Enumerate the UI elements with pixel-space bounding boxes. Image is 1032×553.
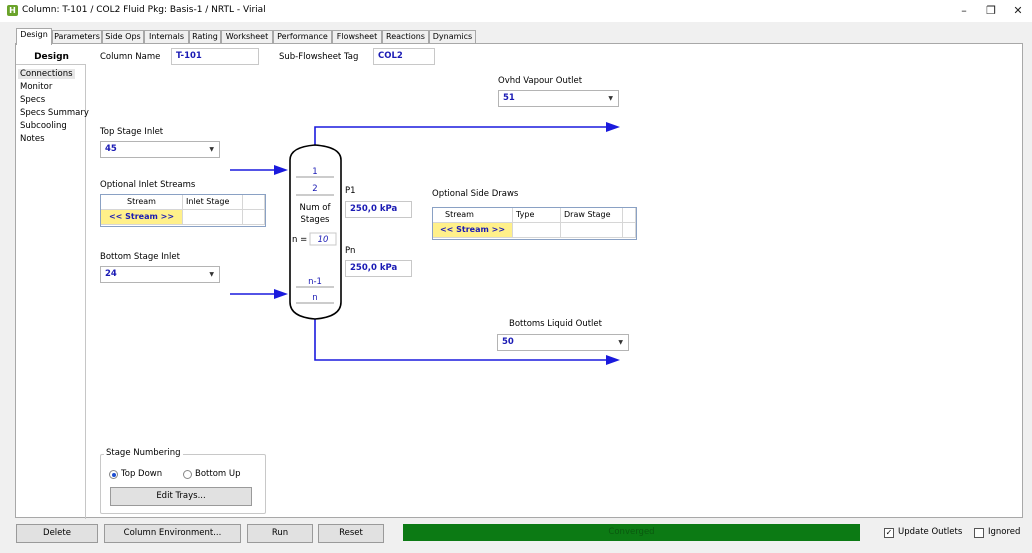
- ovhd-vapour-stream-line: [314, 126, 612, 145]
- top-stage-inlet-value: 45: [105, 144, 117, 154]
- nav-item-notes[interactable]: Notes: [20, 134, 45, 144]
- stage-2-label: 2: [312, 184, 317, 194]
- subflowsheet-tag-field[interactable]: COL2: [373, 48, 435, 65]
- column-diagram: 1 2 Num of Stages n = 10 n-1 n: [230, 122, 620, 365]
- nav-item-specs[interactable]: Specs: [20, 95, 45, 105]
- optional-side-draws-label: Optional Side Draws: [432, 189, 519, 199]
- top-down-radio[interactable]: [109, 470, 118, 479]
- stage-n-label: n: [312, 293, 317, 303]
- stage-1-label: 1: [312, 167, 317, 177]
- inlet-table-header-stream: Stream: [101, 195, 183, 210]
- pn-label: Pn: [345, 246, 356, 256]
- restore-button[interactable]: ❐: [978, 2, 1004, 20]
- ovhd-vapour-outlet-label: Ovhd Vapour Outlet: [498, 76, 583, 86]
- side-table-header-blank: [623, 208, 636, 223]
- edit-trays-button[interactable]: Edit Trays...: [110, 487, 252, 506]
- column-name-label: Column Name: [100, 52, 161, 62]
- stage-n-minus-1-label: n-1: [308, 277, 322, 287]
- chevron-down-icon: ▼: [209, 271, 214, 278]
- stages-label: Stages: [301, 215, 331, 225]
- top-stage-inlet-label: Top Stage Inlet: [100, 127, 164, 137]
- close-button[interactable]: ✕: [1005, 2, 1031, 20]
- bottom-stage-inlet-select[interactable]: 24 ▼: [100, 266, 220, 283]
- num-stages-value: 10: [318, 235, 329, 245]
- side-draw-add-cell[interactable]: << Stream >>: [433, 223, 513, 238]
- run-button[interactable]: Run: [247, 524, 313, 543]
- tab-parameters[interactable]: Parameters: [52, 30, 102, 44]
- side-draw-type-cell[interactable]: [513, 223, 561, 238]
- nav-item-monitor[interactable]: Monitor: [20, 82, 52, 92]
- column-name-field[interactable]: T-101: [171, 48, 259, 65]
- tab-reactions[interactable]: Reactions: [382, 30, 429, 44]
- window-title: Column: T-101 / COL2 Fluid Pkg: Basis-1 …: [22, 5, 266, 15]
- subflowsheet-tag-label: Sub-Flowsheet Tag: [279, 52, 359, 62]
- side-table-header-stream: Stream: [433, 208, 513, 223]
- minimize-button[interactable]: –: [951, 2, 977, 20]
- app-icon: H: [7, 5, 18, 16]
- optional-inlet-streams-label: Optional Inlet Streams: [100, 180, 196, 190]
- pn-field[interactable]: 250,0 kPa: [345, 260, 412, 277]
- ovhd-vapour-outlet-select[interactable]: 51 ▼: [498, 90, 619, 107]
- top-stage-inlet-select[interactable]: 45 ▼: [100, 141, 220, 158]
- update-outlets-label: Update Outlets: [898, 527, 963, 537]
- side-draw-blank-cell: [623, 223, 636, 238]
- bottom-stage-inlet-label: Bottom Stage Inlet: [100, 252, 180, 262]
- n-equals-label: n =: [292, 235, 307, 245]
- chevron-down-icon: ▼: [209, 146, 214, 153]
- p1-field[interactable]: 250,0 kPa: [345, 201, 412, 218]
- nav-list: Connections Monitor Specs Specs Summary …: [16, 64, 89, 519]
- side-draw-stage-cell[interactable]: [561, 223, 623, 238]
- delete-button[interactable]: Delete: [16, 524, 98, 543]
- chevron-down-icon: ▼: [618, 339, 623, 346]
- ignored-label: Ignored: [988, 527, 1021, 537]
- tab-performance[interactable]: Performance: [273, 30, 332, 44]
- num-of-label: Num of: [300, 203, 332, 213]
- nav-item-specs-summary[interactable]: Specs Summary: [20, 108, 89, 118]
- bottom-up-label: Bottom Up: [195, 469, 241, 479]
- bottoms-liquid-outlet-value: 50: [502, 337, 514, 347]
- nav-item-subcooling[interactable]: Subcooling: [20, 121, 67, 131]
- side-table-header-draw-stage: Draw Stage: [561, 208, 623, 223]
- inlet-stream-add-cell[interactable]: << Stream >>: [101, 210, 183, 225]
- top-inlet-arrow: [274, 165, 288, 175]
- nav-title: Design: [34, 52, 69, 62]
- nav-item-connections[interactable]: Connections: [18, 69, 75, 79]
- update-outlets-checkbox[interactable]: ✓: [884, 528, 894, 538]
- bottom-stage-inlet-value: 24: [105, 269, 117, 279]
- top-down-label: Top Down: [121, 469, 163, 479]
- side-draws-table: Stream Type Draw Stage << Stream >>: [432, 207, 637, 240]
- tab-flowsheet[interactable]: Flowsheet: [332, 30, 382, 44]
- tab-rating[interactable]: Rating: [189, 30, 221, 44]
- ovhd-vapour-outlet-value: 51: [503, 93, 515, 103]
- reset-button[interactable]: Reset: [318, 524, 384, 543]
- p1-label: P1: [345, 186, 356, 196]
- side-table-header-type: Type: [513, 208, 561, 223]
- bottom-inlet-arrow: [274, 289, 288, 299]
- tab-internals[interactable]: Internals: [144, 30, 189, 44]
- ovhd-vapour-arrow: [606, 122, 620, 132]
- stage-numbering-title: Stage Numbering: [104, 448, 183, 458]
- bottoms-liquid-outlet-label: Bottoms Liquid Outlet: [509, 319, 602, 329]
- bottom-up-radio[interactable]: [183, 470, 192, 479]
- ignored-checkbox[interactable]: [974, 528, 984, 538]
- tab-side-ops[interactable]: Side Ops: [102, 30, 144, 44]
- bottoms-liquid-outlet-select[interactable]: 50 ▼: [497, 334, 629, 351]
- tab-design[interactable]: Design: [16, 28, 52, 45]
- tab-dynamics[interactable]: Dynamics: [429, 30, 476, 44]
- chevron-down-icon: ▼: [608, 95, 613, 102]
- bottoms-liquid-arrow: [606, 355, 620, 365]
- status-bar: Converged: [403, 524, 860, 541]
- tab-worksheet[interactable]: Worksheet: [221, 30, 273, 44]
- column-environment-button[interactable]: Column Environment...: [104, 524, 241, 543]
